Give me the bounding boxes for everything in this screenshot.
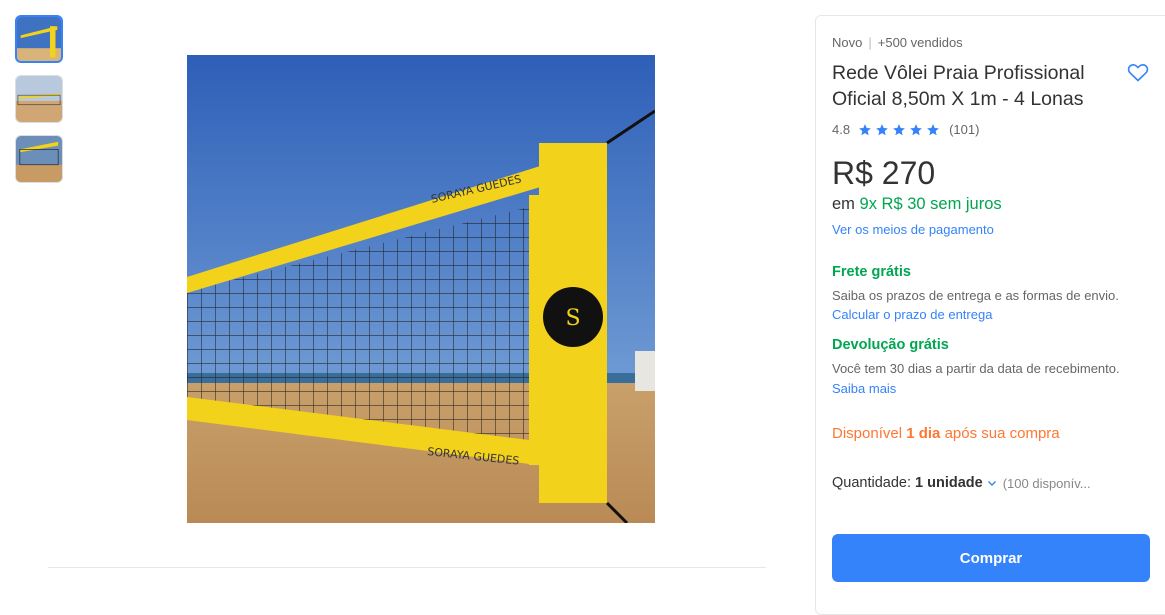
thumbnail-2-image bbox=[16, 76, 62, 122]
availability-text: Disponível 1 dia após sua compra bbox=[832, 425, 1060, 442]
calculate-shipping-link[interactable]: Calcular o prazo de entrega bbox=[832, 307, 992, 322]
section-divider bbox=[48, 567, 766, 568]
thumbnail-3[interactable] bbox=[15, 135, 63, 183]
return-description: Você tem 30 dias a partir da data de rec… bbox=[832, 361, 1120, 376]
learn-more-link[interactable]: Saiba mais bbox=[832, 381, 896, 396]
chevron-down-icon bbox=[987, 481, 996, 486]
volleyball-net-image: S SORAYA GUEDES SORAYA GUEDES bbox=[187, 55, 655, 523]
rating-stars bbox=[858, 123, 943, 137]
product-price: R$ 270 bbox=[832, 155, 936, 191]
sold-count: +500 vendidos bbox=[877, 35, 963, 50]
star-icon bbox=[859, 123, 871, 135]
main-product-image[interactable]: S SORAYA GUEDES SORAYA GUEDES bbox=[187, 55, 655, 523]
star-icon bbox=[876, 123, 888, 135]
buy-button[interactable]: Comprar bbox=[832, 534, 1150, 582]
availability-prefix: Disponível bbox=[832, 425, 903, 442]
installments-prefix: em bbox=[832, 195, 855, 213]
star-icon bbox=[910, 123, 922, 135]
condition-label: Novo bbox=[832, 35, 863, 50]
product-info-panel: Novo | +500 vendidos Rede Vôlei Praia Prof… bbox=[815, 15, 1165, 615]
thumbnail-3-image bbox=[16, 136, 62, 182]
availability-suffix: após sua compra bbox=[944, 425, 1060, 442]
thumbnail-1-image bbox=[17, 17, 61, 61]
review-count: (101) bbox=[949, 122, 980, 137]
installments-text: em 9x R$ 30 sem juros bbox=[832, 195, 1002, 214]
product-subtitle: Novo | +500 vendidos bbox=[832, 35, 963, 50]
thumbnail-2[interactable] bbox=[15, 75, 63, 123]
rating-value: 4.8 bbox=[832, 122, 851, 137]
star-icon bbox=[927, 123, 939, 135]
free-return-title: Devolução grátis bbox=[832, 337, 949, 353]
heart-icon bbox=[1127, 64, 1149, 82]
quantity-selector[interactable]: Quantidade: 1 unidade (100 disponív... bbox=[832, 475, 1091, 491]
stock-available: (100 disponív... bbox=[1002, 475, 1091, 491]
free-shipping-title: Frete grátis bbox=[832, 264, 911, 280]
star-icon bbox=[893, 123, 905, 135]
rating-row[interactable]: 4.8 (101) bbox=[832, 122, 979, 137]
quantity-value: 1 unidade bbox=[915, 475, 983, 491]
payment-methods-link[interactable]: Ver os meios de pagamento bbox=[832, 222, 994, 237]
svg-text:S: S bbox=[565, 306, 580, 331]
thumbnail-1[interactable] bbox=[15, 15, 63, 63]
installments-value: 9x R$ 30 sem juros bbox=[859, 195, 1002, 213]
shipping-description: Saiba os prazos de entrega e as formas d… bbox=[832, 288, 1119, 303]
availability-days: 1 dia bbox=[906, 425, 941, 442]
product-title: Rede Vôlei Praia Profissional Oficial 8,… bbox=[832, 62, 1085, 110]
quantity-label: Quantidade: bbox=[832, 475, 912, 491]
favorite-button[interactable] bbox=[1126, 60, 1150, 84]
thumbnail-list bbox=[15, 15, 63, 195]
